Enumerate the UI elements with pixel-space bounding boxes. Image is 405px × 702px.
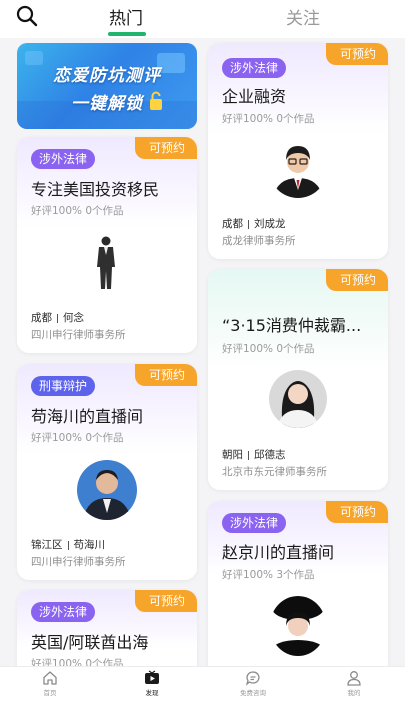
law-firm: 北京市东元律师事务所 bbox=[222, 466, 327, 478]
play-icon bbox=[145, 670, 159, 684]
lawyer-city: 成都 bbox=[31, 312, 52, 324]
lawyer-card[interactable]: 可预约 涉外法律 专注美国投资移民 好评100% 0个作品 成都 何念 四川申行律… bbox=[17, 137, 197, 353]
nav-mine-label: 我的 bbox=[347, 689, 361, 697]
home-icon bbox=[43, 671, 57, 685]
category-tag: 涉外法律 bbox=[31, 602, 96, 622]
lawyer-city: 朝阳 bbox=[222, 449, 243, 461]
card-stats: 好评100% 0个作品 bbox=[222, 113, 315, 125]
tab-hot[interactable]: 热门 bbox=[109, 4, 143, 29]
bookable-badge: 可预约 bbox=[134, 137, 197, 159]
card-stats: 好评100% 0个作品 bbox=[222, 343, 315, 355]
lawyer-city: 锦江区 bbox=[31, 539, 63, 551]
card-stats: 好评100% 0个作品 bbox=[31, 658, 124, 666]
lawyer-avatar bbox=[270, 596, 326, 656]
lawyer-card[interactable]: 可预约 “3·15消费仲裁霸... 好评100% 0个作品 朝阳 邱德志 北京市东… bbox=[208, 269, 388, 490]
lawyer-card[interactable]: 可预约 涉外法律 赵京川的直播间 好评100% 3个作品 bbox=[208, 501, 388, 666]
active-tab-indicator bbox=[108, 32, 146, 36]
card-title: “3·15消费仲裁霸... bbox=[222, 316, 362, 335]
nav-home-label: 首页 bbox=[43, 689, 57, 697]
category-tag: 涉外法律 bbox=[222, 513, 287, 533]
lawyer-name: 何念 bbox=[63, 312, 84, 324]
lawyer-location: 成都 何念 bbox=[31, 310, 84, 325]
lawyer-location: 朝阳 邱德志 bbox=[222, 447, 286, 462]
promo-decoration bbox=[17, 51, 197, 129]
category-tag: 涉外法律 bbox=[31, 149, 96, 169]
category-tag: 涉外法律 bbox=[222, 58, 287, 78]
nav-home[interactable]: 首页 bbox=[20, 670, 80, 697]
bottom-nav: 首页 发现 免费咨询 我的 bbox=[0, 666, 405, 702]
lawyer-name: 苟海川 bbox=[73, 539, 106, 551]
category-tag: 刑事辩护 bbox=[31, 376, 96, 396]
bookable-badge: 可预约 bbox=[325, 501, 388, 523]
feed[interactable]: 恋爱防坑测评 一键解锁 可预约 涉外法律 专注美国投资移民 好评100% 0个作… bbox=[0, 38, 405, 666]
top-bar: 热门 关注 bbox=[0, 0, 405, 38]
card-title: 苟海川的直播间 bbox=[31, 407, 144, 426]
card-stats: 好评100% 0个作品 bbox=[31, 432, 124, 444]
law-firm: 成龙律师事务所 bbox=[222, 235, 296, 247]
lawyer-photo bbox=[97, 236, 115, 289]
lawyer-card[interactable]: 可预约 刑事辩护 苟海川的直播间 好评100% 0个作品 锦江区 苟海川 四川申行… bbox=[17, 364, 197, 580]
card-title: 专注美国投资移民 bbox=[31, 180, 160, 199]
user-icon bbox=[347, 671, 361, 686]
nav-mine[interactable]: 我的 bbox=[324, 670, 384, 697]
nav-discover[interactable]: 发现 bbox=[122, 670, 182, 697]
nav-consult-label: 免费咨询 bbox=[240, 689, 266, 697]
card-stats: 好评100% 0个作品 bbox=[31, 205, 124, 217]
card-title: 企业融资 bbox=[222, 87, 287, 106]
chat-icon bbox=[245, 671, 260, 686]
bookable-badge: 可预约 bbox=[134, 590, 197, 612]
nav-discover-label: 发现 bbox=[145, 689, 159, 697]
lock-icon bbox=[150, 91, 162, 110]
lawyer-name: 刘成龙 bbox=[254, 218, 286, 230]
law-firm: 四川申行律师事务所 bbox=[31, 329, 126, 341]
promo-banner[interactable]: 恋爱防坑测评 一键解锁 bbox=[17, 43, 197, 129]
lawyer-card[interactable]: 可预约 涉外法律 英国/阿联酋出海 好评100% 0个作品 bbox=[17, 590, 197, 666]
nav-consult[interactable]: 免费咨询 bbox=[223, 670, 283, 697]
card-title: 赵京川的直播间 bbox=[222, 543, 335, 562]
lawyer-city: 成都 bbox=[222, 218, 243, 230]
lawyer-name: 邱德志 bbox=[254, 449, 286, 461]
card-title: 英国/阿联酋出海 bbox=[31, 633, 149, 652]
lawyer-location: 锦江区 苟海川 bbox=[31, 537, 105, 552]
card-stats: 好评100% 3个作品 bbox=[222, 569, 315, 581]
lawyer-avatar bbox=[269, 370, 327, 428]
promo-line-2: 一键解锁 bbox=[71, 94, 143, 114]
tab-follow[interactable]: 关注 bbox=[286, 4, 320, 29]
promo-line-1: 恋爱防坑测评 bbox=[53, 66, 161, 86]
lawyer-card[interactable]: 可预约 涉外法律 企业融资 好评100% 0个作品 成都 刘成龙 成龙律师事务所 bbox=[208, 43, 388, 259]
lawyer-avatar bbox=[269, 140, 327, 198]
bookable-badge: 可预约 bbox=[325, 269, 388, 291]
bookable-badge: 可预约 bbox=[325, 43, 388, 65]
lawyer-avatar bbox=[77, 460, 137, 520]
lawyer-location: 成都 刘成龙 bbox=[222, 216, 286, 231]
law-firm: 四川申行律师事务所 bbox=[31, 556, 126, 568]
bookable-badge: 可预约 bbox=[134, 364, 197, 386]
search-icon[interactable] bbox=[16, 5, 38, 27]
